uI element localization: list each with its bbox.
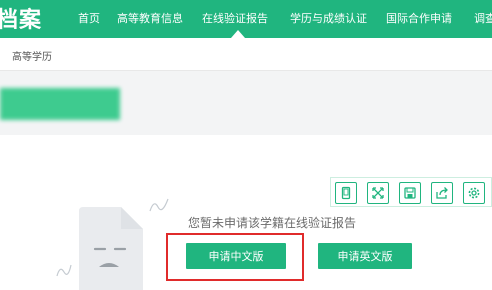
nav-international-cooperation[interactable]: 国际合作申请 — [386, 10, 452, 26]
empty-document-illustration — [79, 207, 143, 290]
save-icon[interactable] — [399, 182, 421, 204]
no-report-message: 您暂未申请该学籍在线验证报告 — [188, 216, 357, 230]
tablet-icon[interactable] — [335, 182, 357, 204]
expand-icon[interactable] — [367, 182, 389, 204]
top-nav-bar: 档案 首页 高等教育信息 在线验证报告 学历与成绩认证 国际合作申请 调查 — [0, 0, 492, 38]
tool-strip — [330, 177, 492, 207]
decorative-squiggle — [149, 198, 169, 212]
apply-english-version-button[interactable]: 申请英文版 — [318, 243, 412, 269]
nav-degree-score-certification[interactable]: 学历与成绩认证 — [290, 10, 367, 26]
blurred-banner — [0, 88, 120, 120]
breadcrumb[interactable]: 高等学历 — [12, 48, 52, 63]
nav-higher-education-info[interactable]: 高等教育信息 — [117, 10, 183, 26]
nav-home[interactable]: 首页 — [78, 10, 100, 26]
active-nav-indicator — [231, 30, 245, 38]
nav-online-verification-report[interactable]: 在线验证报告 — [202, 10, 268, 26]
red-highlight-annotation — [166, 233, 304, 281]
decorative-squiggle — [56, 264, 72, 277]
gear-icon[interactable] — [463, 182, 485, 204]
share-icon[interactable] — [431, 182, 453, 204]
nav-survey[interactable]: 调查 — [474, 10, 492, 26]
sub-header: 高等学历 — [0, 38, 492, 71]
site-logo[interactable]: 档案 — [0, 2, 42, 34]
